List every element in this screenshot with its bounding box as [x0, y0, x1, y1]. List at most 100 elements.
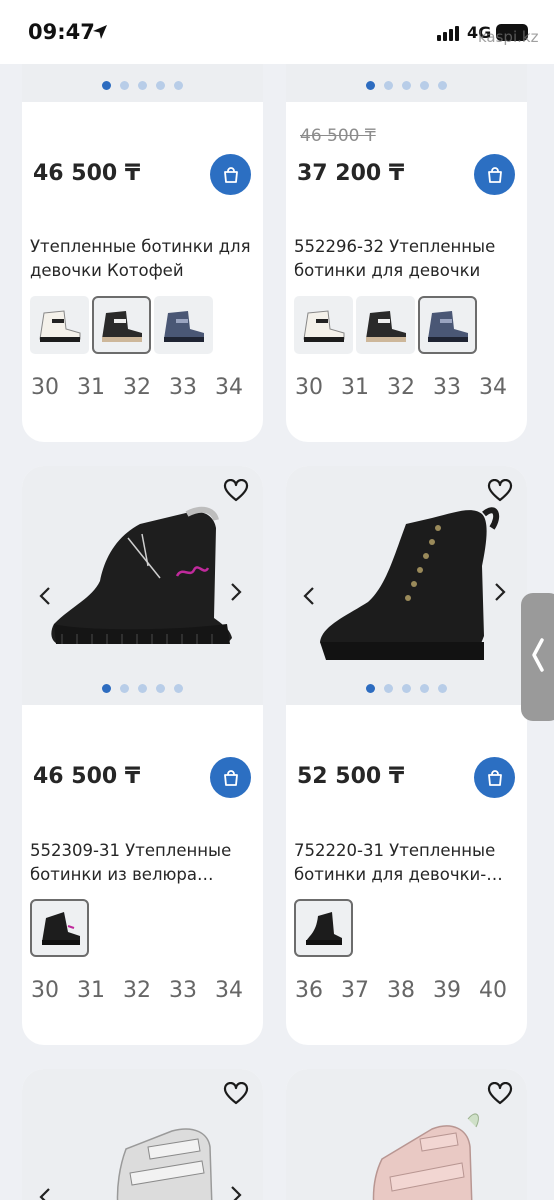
size-option[interactable]: 31	[341, 375, 369, 400]
carousel-dot[interactable]	[120, 81, 129, 90]
signal-icon	[437, 26, 459, 41]
product-card[interactable]: 52 500 ₸ 752220-31 Утепленные ботинки дл…	[286, 466, 527, 1045]
variant-thumbnail[interactable]	[356, 296, 415, 354]
product-price: 46 500 ₸	[33, 764, 141, 789]
size-option[interactable]: 33	[169, 978, 197, 1003]
boot-thumbnail-icon	[101, 311, 142, 342]
carousel-dot[interactable]	[174, 81, 183, 90]
carousel-dot[interactable]	[138, 684, 147, 693]
boot-thumbnail-icon	[163, 311, 204, 342]
size-option[interactable]: 37	[341, 978, 369, 1003]
carousel-dot[interactable]	[420, 81, 429, 90]
variant-thumbnail[interactable]	[294, 296, 353, 354]
product-title[interactable]: 552296-32 Утепленные ботинки для девочки	[294, 235, 517, 283]
product-card[interactable]	[286, 1069, 527, 1200]
size-option[interactable]: 34	[215, 978, 243, 1003]
variant-thumbnail[interactable]	[30, 899, 89, 957]
product-card[interactable]: 46 500 ₸ 37 200 ₸ 552296-32 Утепленные б…	[286, 20, 527, 442]
size-option[interactable]: 33	[169, 375, 197, 400]
size-option[interactable]: 31	[77, 375, 105, 400]
carousel-dot[interactable]	[174, 684, 183, 693]
size-option[interactable]: 32	[123, 375, 151, 400]
product-card[interactable]: 46 500 ₸ 552309-31 Утепленные ботинки из…	[22, 466, 263, 1045]
carousel-dot[interactable]	[366, 81, 375, 90]
status-bar: 09:47 4G kaspi.kz	[0, 0, 554, 64]
product-title[interactable]: 752220-31 Утепленные ботинки для девочки…	[294, 839, 517, 887]
chevron-left-icon[interactable]	[39, 586, 51, 606]
size-option[interactable]: 38	[387, 978, 415, 1003]
carousel-dot[interactable]	[102, 684, 111, 693]
chevron-left-icon[interactable]	[39, 1187, 51, 1200]
color-variants	[30, 296, 213, 354]
product-price: 37 200 ₸	[297, 161, 405, 186]
carousel-dot[interactable]	[438, 81, 447, 90]
size-option[interactable]: 33	[433, 375, 461, 400]
favorite-heart-icon[interactable]	[223, 479, 249, 503]
size-list: 30 31 32 33 34	[31, 978, 243, 1003]
variant-thumbnail[interactable]	[294, 899, 353, 957]
carousel-dot[interactable]	[156, 81, 165, 90]
product-title[interactable]: 552309-31 Утепленные ботинки из велюра…	[30, 839, 253, 887]
boot-thumbnail-icon	[305, 912, 342, 945]
shopping-bag-icon	[223, 166, 238, 183]
add-to-cart-button[interactable]	[474, 757, 515, 798]
boot-thumbnail-icon	[302, 310, 344, 342]
chevron-right-icon[interactable]	[230, 1185, 242, 1200]
shopping-bag-icon	[223, 769, 238, 786]
carousel-dot[interactable]	[156, 684, 165, 693]
size-option[interactable]: 34	[479, 375, 507, 400]
variant-thumbnail[interactable]	[418, 296, 477, 354]
favorite-heart-icon[interactable]	[223, 1082, 249, 1106]
add-to-cart-button[interactable]	[210, 154, 251, 195]
size-option[interactable]: 31	[77, 978, 105, 1003]
carousel-dot[interactable]	[138, 81, 147, 90]
carousel-dot[interactable]	[120, 684, 129, 693]
product-card[interactable]	[22, 1069, 263, 1200]
add-to-cart-button[interactable]	[210, 757, 251, 798]
watermark: kaspi.kz	[478, 28, 539, 46]
size-option[interactable]: 30	[31, 375, 59, 400]
carousel-dot[interactable]	[102, 81, 111, 90]
size-option[interactable]: 30	[295, 375, 323, 400]
carousel-dots	[22, 81, 263, 90]
shopping-bag-icon	[487, 166, 502, 183]
size-option[interactable]: 34	[215, 375, 243, 400]
size-option[interactable]: 36	[295, 978, 323, 1003]
carousel-dot[interactable]	[384, 684, 393, 693]
size-option[interactable]: 40	[479, 978, 507, 1003]
favorite-heart-icon[interactable]	[487, 479, 513, 503]
variant-thumbnail[interactable]	[92, 296, 151, 354]
carousel-dot[interactable]	[384, 81, 393, 90]
boot-thumbnail-icon	[365, 311, 406, 342]
carousel-dot[interactable]	[420, 684, 429, 693]
boot-thumbnail-icon	[41, 912, 80, 945]
product-title[interactable]: Утепленные ботинки для девочки Котофей	[30, 235, 253, 283]
carousel-dot[interactable]	[438, 684, 447, 693]
size-option[interactable]: 30	[31, 978, 59, 1003]
color-variants	[294, 296, 477, 354]
side-drawer-handle[interactable]	[521, 593, 554, 721]
variant-thumbnail[interactable]	[154, 296, 213, 354]
size-list: 30 31 32 33 34	[295, 375, 507, 400]
carousel-dot[interactable]	[402, 684, 411, 693]
chevron-right-icon[interactable]	[230, 582, 242, 602]
color-variants	[294, 899, 353, 957]
variant-thumbnail[interactable]	[30, 296, 89, 354]
favorite-heart-icon[interactable]	[487, 1082, 513, 1106]
size-list: 30 31 32 33 34	[31, 375, 243, 400]
carousel-dot[interactable]	[366, 684, 375, 693]
add-to-cart-button[interactable]	[474, 154, 515, 195]
carousel-dot[interactable]	[402, 81, 411, 90]
chevron-right-icon[interactable]	[494, 582, 506, 602]
shopping-bag-icon	[487, 769, 502, 786]
carousel-dots	[286, 81, 527, 90]
chevron-left-icon[interactable]	[303, 586, 315, 606]
carousel-dots	[286, 684, 527, 693]
size-option[interactable]: 32	[123, 978, 151, 1003]
size-option[interactable]: 39	[433, 978, 461, 1003]
size-option[interactable]: 32	[387, 375, 415, 400]
location-arrow-icon	[93, 25, 107, 39]
carousel-dots	[22, 684, 263, 693]
product-card[interactable]: 46 500 ₸ Утепленные ботинки для девочки …	[22, 20, 263, 442]
boot-thumbnail-icon	[38, 310, 80, 342]
